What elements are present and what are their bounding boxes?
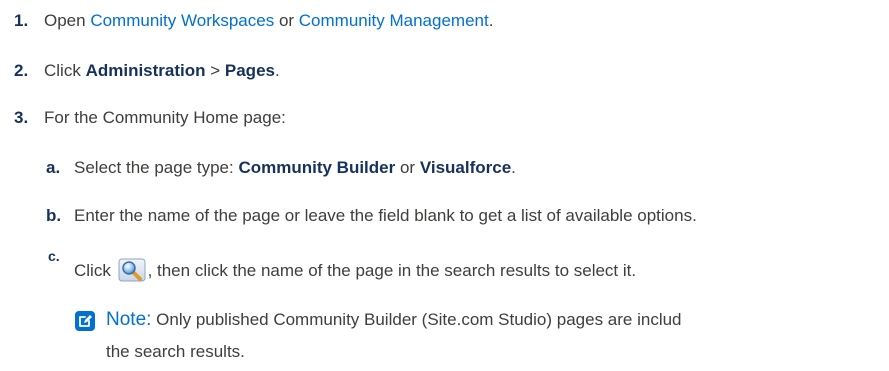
edit-note-icon — [75, 311, 95, 331]
note-line-1: Note: Only published Community Builder (… — [106, 309, 682, 331]
administration-label: Administration — [85, 61, 206, 80]
note-label: Note: — [106, 309, 152, 330]
step-1-or: or — [274, 11, 299, 30]
substep-c-number: c. — [48, 248, 60, 264]
substep-c-post: , then click the name of the page in the… — [147, 261, 637, 280]
step-1-number: 1. — [14, 11, 29, 30]
note-text-line-1: Only published Community Builder (Site.c… — [151, 310, 682, 329]
step-1-open: Open — [44, 11, 91, 30]
visualforce-label: Visualforce — [419, 158, 512, 177]
step-2-sep: > — [205, 61, 225, 80]
community-management-link[interactable]: Community Management — [299, 11, 489, 30]
step-3-text: For the Community Home page: — [44, 108, 286, 127]
step-2-click: Click — [44, 61, 86, 80]
pages-label: Pages — [224, 61, 275, 80]
step-3-number: 3. — [14, 108, 29, 127]
community-builder-label: Community Builder — [238, 158, 396, 177]
lookup-magnifier-icon[interactable] — [118, 258, 146, 282]
substep-b-number: b. — [46, 206, 62, 225]
substep-a-or: or — [395, 158, 420, 177]
substep-a-number: a. — [46, 158, 61, 177]
step-1-text: Open Community Workspaces or Community M… — [44, 10, 493, 32]
step-2-end: . — [274, 61, 280, 80]
substep-c-text: Click , then click the name of the page … — [74, 258, 636, 282]
substep-a-text: Select the page type: Community Builder … — [74, 157, 516, 179]
substep-b-text: Enter the name of the page or leave the … — [74, 206, 697, 225]
step-1-end: . — [488, 11, 494, 30]
step-2-number: 2. — [14, 61, 29, 80]
note-line-2: the search results. — [106, 342, 245, 361]
step-2-text: Click Administration > Pages. — [44, 60, 280, 82]
substep-c-pre: Click — [74, 261, 116, 280]
substep-a-end: . — [511, 158, 516, 177]
community-workspaces-link[interactable]: Community Workspaces — [90, 11, 274, 30]
substep-a-pre: Select the page type: — [74, 158, 239, 177]
